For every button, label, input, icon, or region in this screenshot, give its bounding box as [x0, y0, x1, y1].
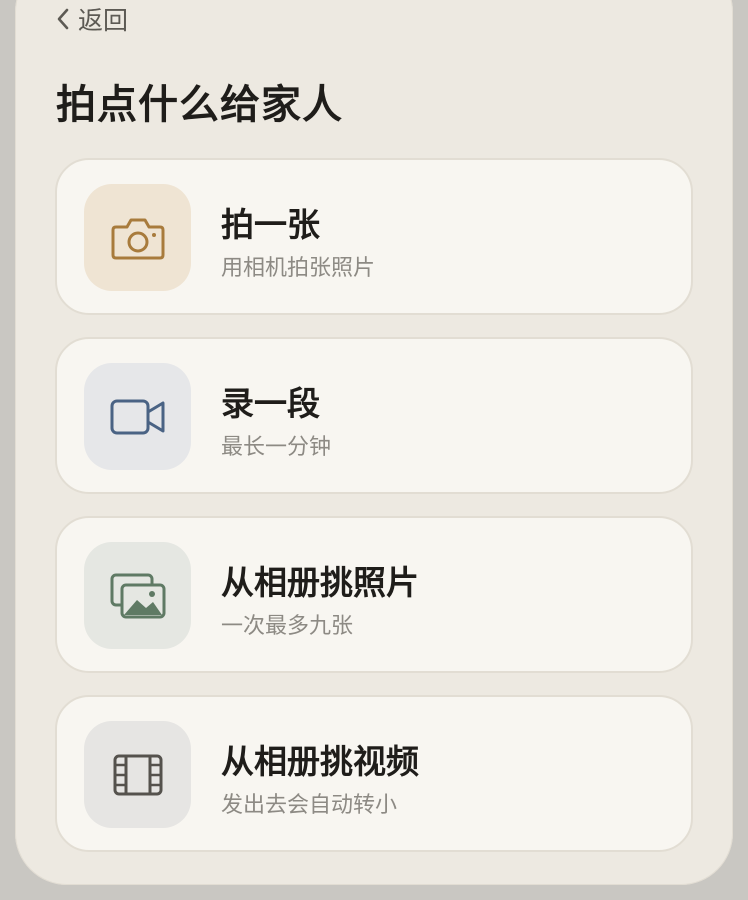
option-title: 从相册挑照片 [221, 563, 419, 602]
option-subtitle: 发出去会自动转小 [221, 793, 398, 818]
video-camera-icon-tile [84, 363, 191, 470]
film-icon-tile [84, 721, 191, 828]
pick-video-option[interactable]: 从相册挑视频 发出去会自动转小 [55, 695, 693, 852]
page-title: 拍点什么给家人 [56, 81, 343, 128]
option-subtitle: 用相机拍张照片 [221, 256, 376, 281]
back-label: 返回 [78, 6, 129, 35]
photo-album-icon-tile [84, 542, 191, 649]
record-video-option[interactable]: 录一段 最长一分钟 [55, 337, 693, 494]
camera-icon-tile [84, 184, 191, 291]
option-title: 录一段 [221, 384, 320, 423]
film-icon [113, 754, 162, 795]
camera-icon [111, 218, 164, 259]
option-title: 拍一张 [221, 205, 320, 244]
pick-photos-option[interactable]: 从相册挑照片 一次最多九张 [55, 516, 693, 673]
option-subtitle: 最长一分钟 [221, 435, 332, 460]
option-subtitle: 一次最多九张 [221, 614, 354, 639]
photo-album-icon [110, 573, 165, 618]
chevron-left-icon [57, 8, 69, 30]
option-title: 从相册挑视频 [221, 742, 419, 781]
take-photo-option[interactable]: 拍一张 用相机拍张照片 [55, 158, 693, 315]
back-button[interactable]: 返回 [56, 4, 129, 35]
video-camera-icon [110, 399, 164, 434]
